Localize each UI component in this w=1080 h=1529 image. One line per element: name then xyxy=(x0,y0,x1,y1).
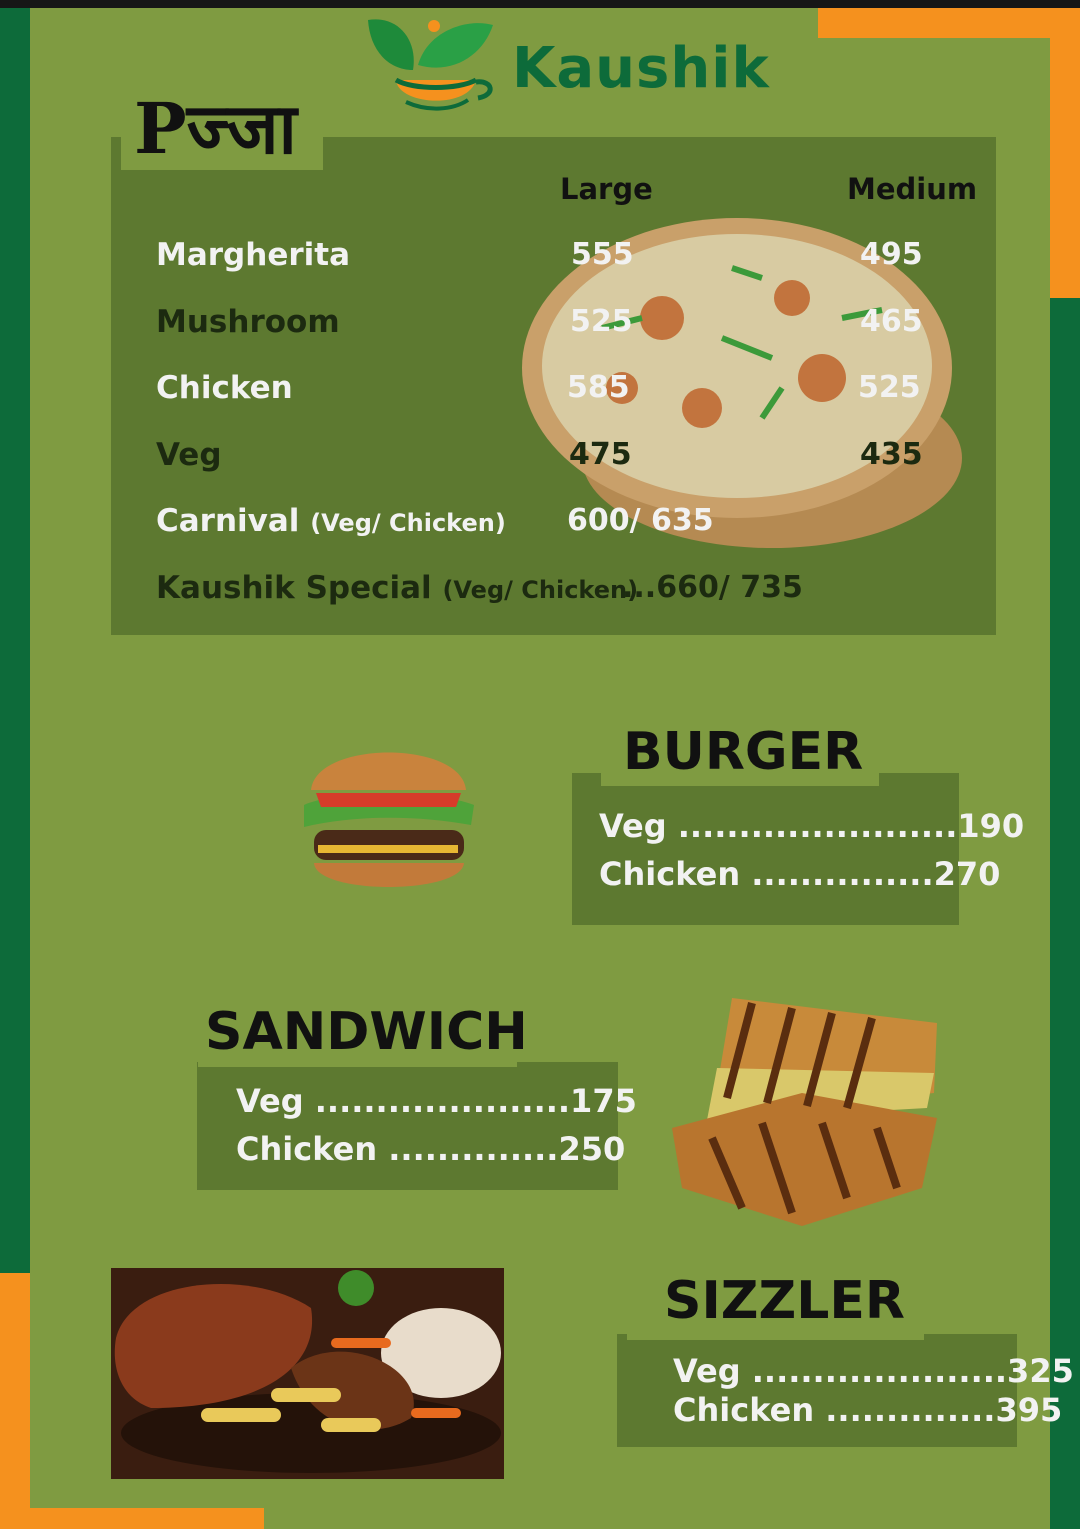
left-green-stripe xyxy=(0,8,30,1273)
sizzler-image xyxy=(111,1268,504,1479)
pizza-item-name: Chicken xyxy=(156,370,293,406)
pizza-item-name: Mushroom xyxy=(156,304,340,340)
pizza-carnival-name: Carnival xyxy=(156,503,300,539)
pizza-special-sub: (Veg/ Chicken) xyxy=(442,576,639,604)
leaf-cup-logo-icon xyxy=(368,19,493,111)
column-large-header: Large xyxy=(560,172,653,206)
burger-image xyxy=(304,752,474,887)
sizzler-title: SIZZLER xyxy=(664,1271,905,1331)
sandwich-veg-line: Veg .....................175 xyxy=(236,1082,637,1120)
pizza-item-large-price: 475 xyxy=(569,437,632,472)
pizza-special-name: Kaushik Special xyxy=(156,570,432,606)
right-green-stripe xyxy=(1050,298,1080,1529)
burger-chicken-line: Chicken ...............270 xyxy=(599,855,1001,893)
pizza-carnival-price: 600/ 635 xyxy=(567,503,714,538)
left-orange-stripe xyxy=(0,1273,30,1529)
burger-panel xyxy=(572,773,959,925)
pizza-carnival: Carnival (Veg/ Chicken) xyxy=(156,503,506,539)
brand-name: Kaushik xyxy=(512,36,770,101)
sandwich-image xyxy=(672,998,937,1226)
sandwich-title: SANDWICH xyxy=(205,1002,528,1062)
top-border xyxy=(0,0,1080,8)
pizza-special: Kaushik Special (Veg/ Chicken) xyxy=(156,570,638,606)
pizza-item-large-price: 555 xyxy=(571,237,634,272)
pizza-item-medium-price: 465 xyxy=(860,304,923,339)
sizzler-chicken-line: Chicken ..............395 xyxy=(673,1391,1063,1429)
pizza-item-medium-price: 435 xyxy=(860,437,923,472)
pizza-item-medium-price: 525 xyxy=(858,370,921,405)
pizza-item-large-price: 585 xyxy=(567,370,630,405)
sandwich-chicken-line: Chicken ..............250 xyxy=(236,1130,626,1168)
pizza-title: Pज्जा xyxy=(134,87,297,170)
pizza-item-medium-price: 495 xyxy=(860,237,923,272)
bottom-orange-stripe xyxy=(30,1508,264,1529)
pizza-carnival-sub: (Veg/ Chicken) xyxy=(310,509,506,537)
top-right-orange-stripe xyxy=(818,8,1080,38)
column-medium-header: Medium xyxy=(847,172,978,206)
sizzler-veg-line: Veg .....................325 xyxy=(673,1352,1074,1390)
pizza-item-name: Margherita xyxy=(156,237,350,273)
burger-title: BURGER xyxy=(623,722,864,782)
pizza-special-price: ...660/ 735 xyxy=(622,570,803,605)
right-orange-stripe xyxy=(1050,8,1080,298)
burger-veg-line: Veg .......................190 xyxy=(599,807,1025,845)
pizza-item-name: Veg xyxy=(156,437,222,473)
pizza-item-large-price: 525 xyxy=(570,304,633,339)
